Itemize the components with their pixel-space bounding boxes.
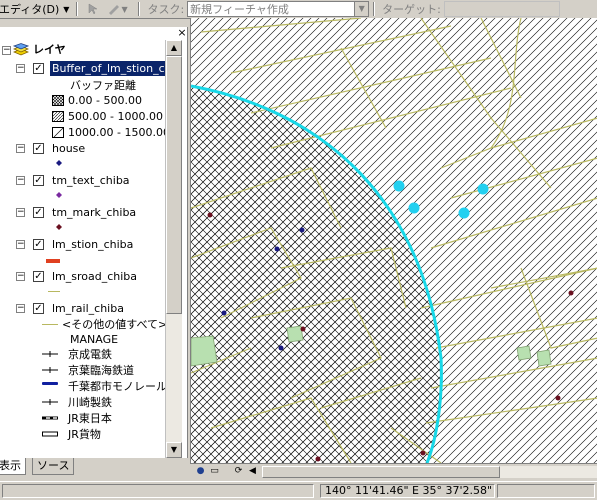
scroll-thumb[interactable]: [262, 466, 500, 478]
toc-tabs: 表示 ソース: [0, 458, 187, 476]
layer-visibility-checkbox[interactable]: ✓: [33, 303, 44, 314]
hatch-swatch: [52, 111, 64, 122]
legend-item: MANAGE: [70, 333, 119, 346]
map-scrollbar-bar: ● ▭ ⟳ ◀: [190, 463, 597, 480]
legend-item: 1000.00 - 1500.00: [68, 126, 170, 139]
layer-visibility-checkbox[interactable]: ✓: [33, 271, 44, 282]
keisei-rail-symbol: [42, 351, 58, 357]
toolbar-separator: [76, 2, 79, 16]
task-dropdown[interactable]: 新規フィーチャ作成 ▼: [187, 1, 370, 17]
layer-visibility-checkbox[interactable]: ✓: [33, 239, 44, 250]
legend-item: 500.00 - 1000.00: [68, 110, 163, 123]
layers-icon: [13, 43, 29, 56]
layout-view-icon[interactable]: ▭: [208, 465, 221, 478]
station-line-symbol: [46, 259, 60, 263]
layer-name-lm-sroad[interactable]: lm_sroad_chiba: [52, 269, 137, 284]
refresh-icon[interactable]: ⟳: [232, 465, 245, 478]
collapse-toggle[interactable]: −: [16, 208, 25, 217]
edit-tool-button[interactable]: [82, 1, 104, 17]
layer-name-house[interactable]: house: [52, 141, 85, 156]
jr-east-rail-symbol: [42, 416, 58, 420]
layer-name-tm-mark[interactable]: tm_mark_chiba: [52, 205, 136, 220]
collapse-toggle[interactable]: −: [16, 64, 25, 73]
legend-item: 京成電鉄: [68, 348, 112, 361]
legend-item: 千葉都市モノレール: [68, 380, 167, 393]
collapse-toggle[interactable]: −: [16, 144, 25, 153]
pencil-icon: [109, 5, 120, 15]
layer-visibility-checkbox[interactable]: ✓: [33, 143, 44, 154]
keiyo-rail-symbol: [42, 367, 58, 373]
tab-source[interactable]: ソース: [32, 458, 75, 475]
toolbar-separator: [373, 2, 376, 16]
legend-heading: バッファ距離: [70, 79, 136, 92]
legend-item: 0.00 - 500.00: [68, 94, 142, 107]
status-bar: 140° 11'41.46" E 35° 37'2.58": [0, 481, 597, 500]
editor-menu[interactable]: エディタ(D) ▼: [0, 1, 72, 17]
sketch-tool-button[interactable]: ▼: [104, 1, 134, 17]
toolbar-separator: [138, 2, 141, 16]
layer-visibility-checkbox[interactable]: ✓: [33, 63, 44, 74]
layer-visibility-checkbox[interactable]: ✓: [33, 207, 44, 218]
chevron-down-icon: ▼: [63, 4, 70, 14]
house-point-symbol: [56, 160, 62, 166]
task-dropdown-value: 新規フィーチャ作成: [190, 3, 289, 16]
collapse-toggle[interactable]: −: [16, 272, 25, 281]
target-dropdown[interactable]: [443, 1, 560, 17]
sparse-hatch-swatch: [52, 127, 64, 138]
text-point-symbol: [56, 192, 62, 198]
map-canvas[interactable]: [191, 18, 597, 463]
collapse-toggle[interactable]: −: [16, 240, 25, 249]
map-view[interactable]: [190, 18, 597, 463]
legend-item: 川崎製鉄: [68, 396, 112, 409]
collapse-toggle[interactable]: −: [16, 176, 25, 185]
jr-freight-rail-symbol: [42, 431, 58, 437]
target-label: ターゲット:: [382, 3, 441, 16]
arrow-pointer-icon: [89, 3, 99, 15]
scroll-left-button[interactable]: ◀: [246, 465, 259, 478]
task-label: タスク:: [147, 3, 185, 16]
layer-name-lm-stion[interactable]: lm_stion_chiba: [52, 237, 133, 252]
collapse-toggle[interactable]: −: [2, 46, 11, 55]
coordinate-readout: 140° 11'41.46" E 35° 37'2.58": [320, 484, 495, 498]
monorail-symbol: [42, 382, 58, 385]
scroll-up-button[interactable]: ▲: [166, 40, 182, 56]
scroll-thumb[interactable]: [166, 56, 182, 314]
table-of-contents: − レイヤ − ✓ Buffer_of_lm_stion_chi バッファ距離 …: [0, 27, 188, 458]
layer-visibility-checkbox[interactable]: ✓: [33, 175, 44, 186]
tab-display[interactable]: 表示: [0, 458, 26, 475]
chevron-down-icon: ▼: [354, 2, 369, 16]
legend-item: JR東日本: [68, 412, 112, 425]
road-line-symbol: [48, 291, 60, 292]
crosshatch-swatch: [52, 95, 64, 106]
editor-toolbar: エディタ(D) ▼ ▼ タスク: 新規フィーチャ作成 ▼ ターゲット:: [0, 0, 597, 19]
layers-root[interactable]: − レイヤ: [0, 42, 165, 58]
legend-item: 京葉臨海鉄道: [68, 364, 134, 377]
status-pane: [497, 484, 595, 498]
close-icon[interactable]: ×: [177, 27, 187, 38]
toc-vertical-scrollbar[interactable]: ▲ ▼: [165, 40, 182, 458]
layers-root-label: レイヤ: [33, 43, 66, 56]
layer-name-tm-text[interactable]: tm_text_chiba: [52, 173, 130, 188]
editor-menu-label: エディタ(D): [0, 3, 60, 16]
mark-point-symbol: [56, 224, 62, 230]
rail-other-symbol: [42, 324, 58, 325]
scroll-down-button[interactable]: ▼: [166, 442, 182, 458]
layer-name-lm-rail[interactable]: lm_rail_chiba: [52, 301, 124, 316]
status-pane: [2, 484, 314, 498]
legend-item: <その他の値すべて>: [62, 318, 168, 331]
layer-name-buffer[interactable]: Buffer_of_lm_stion_chi: [50, 61, 177, 76]
globe-icon[interactable]: ●: [194, 465, 207, 478]
map-horizontal-scrollbar[interactable]: [262, 466, 597, 478]
legend-item: JR貨物: [68, 428, 101, 441]
kawasaki-rail-symbol: [42, 399, 58, 405]
collapse-toggle[interactable]: −: [16, 304, 25, 313]
